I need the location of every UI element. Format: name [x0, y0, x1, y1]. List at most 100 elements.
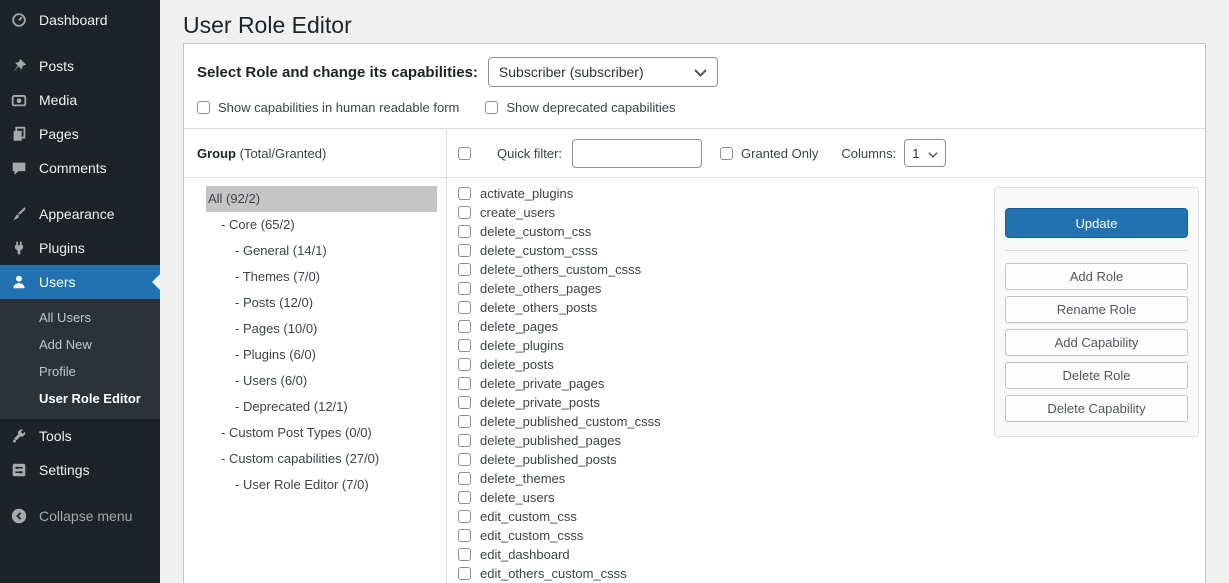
capability-row: edit_others_custom_csss: [458, 564, 1205, 583]
role-actions-panel: Update Add Role Rename Role Add Capability…: [994, 187, 1199, 437]
capability-checkbox[interactable]: [458, 339, 471, 352]
users-icon: [9, 272, 29, 292]
capability-checkbox[interactable]: [458, 358, 471, 371]
capability-label: delete_custom_css: [480, 224, 591, 239]
capability-checkbox[interactable]: [458, 263, 471, 276]
columns-label: Columns:: [841, 146, 896, 161]
group-tree-item[interactable]: - Pages (10/0): [206, 316, 437, 342]
capability-label: delete_private_posts: [480, 395, 600, 410]
group-header-bold: Group: [197, 146, 236, 161]
active-menu-arrow: [152, 274, 160, 290]
capability-label: edit_dashboard: [480, 547, 570, 562]
sidebar-item-label: Plugins: [39, 240, 85, 256]
group-tree-item[interactable]: - Themes (7/0): [206, 264, 437, 290]
capability-checkbox[interactable]: [458, 529, 471, 542]
capability-checkbox[interactable]: [458, 187, 471, 200]
group-tree-item[interactable]: - Posts (12/0): [206, 290, 437, 316]
submenu-item-profile[interactable]: Profile: [0, 358, 160, 385]
sidebar-item-collapse-menu[interactable]: Collapse menu: [0, 499, 160, 533]
sidebar-item-plugins[interactable]: Plugins: [0, 231, 160, 265]
capability-label: edit_custom_css: [480, 509, 577, 524]
sidebar-item-appearance[interactable]: Appearance: [0, 197, 160, 231]
capability-row: delete_published_posts: [458, 450, 1205, 469]
sidebar-item-settings[interactable]: Settings: [0, 453, 160, 487]
capability-checkbox[interactable]: [458, 320, 471, 333]
chevron-down-icon: [694, 64, 707, 80]
sidebar-item-users[interactable]: Users: [0, 265, 160, 299]
role-editor-panel: Select Role and change its capabilities:…: [183, 43, 1206, 583]
capability-checkbox[interactable]: [458, 225, 471, 238]
role-selector-row: Select Role and change its capabilities:…: [184, 44, 1205, 87]
capability-label: delete_users: [480, 490, 554, 505]
capability-label: delete_posts: [480, 357, 554, 372]
capability-row: edit_dashboard: [458, 545, 1205, 564]
appearance-icon: [9, 204, 29, 224]
tools-icon: [9, 426, 29, 446]
sidebar-item-pages[interactable]: Pages: [0, 117, 160, 151]
capability-checkbox[interactable]: [458, 510, 471, 523]
settings-icon: [9, 460, 29, 480]
columns-select[interactable]: 1: [904, 139, 946, 167]
show-deprecated-checkbox[interactable]: [485, 101, 498, 114]
menu-separator: [0, 487, 160, 499]
capability-checkbox[interactable]: [458, 434, 471, 447]
quick-filter-label: Quick filter:: [497, 146, 562, 161]
role-select[interactable]: Subscriber (subscriber): [488, 57, 718, 87]
main-content: User Role Editor Select Role and change …: [160, 0, 1229, 583]
capability-checkbox[interactable]: [458, 301, 471, 314]
pages-icon: [9, 124, 29, 144]
capability-label: delete_others_custom_csss: [480, 262, 641, 277]
capability-label: delete_plugins: [480, 338, 564, 353]
delete-role-button[interactable]: Delete Role: [1005, 362, 1188, 389]
group-tree-item[interactable]: - User Role Editor (7/0): [206, 472, 437, 498]
capability-checkbox[interactable]: [458, 548, 471, 561]
capability-checkbox[interactable]: [458, 377, 471, 390]
add-capability-button[interactable]: Add Capability: [1005, 329, 1188, 356]
capability-checkbox[interactable]: [458, 396, 471, 409]
group-tree-item[interactable]: - Users (6/0): [206, 368, 437, 394]
capability-checkbox[interactable]: [458, 472, 471, 485]
granted-only-checkbox[interactable]: [720, 147, 733, 160]
capability-checkbox[interactable]: [458, 567, 471, 580]
sidebar-item-label: Appearance: [39, 206, 115, 222]
capability-label: delete_themes: [480, 471, 565, 486]
delete-capability-button[interactable]: Delete Capability: [1005, 395, 1188, 422]
group-tree-item[interactable]: - Deprecated (12/1): [206, 394, 437, 420]
add-role-button[interactable]: Add Role: [1005, 263, 1188, 290]
capability-checkbox[interactable]: [458, 453, 471, 466]
rename-role-button[interactable]: Rename Role: [1005, 296, 1188, 323]
group-tree-item[interactable]: - Plugins (6/0): [206, 342, 437, 368]
capability-checkbox[interactable]: [458, 491, 471, 504]
sidebar-item-dashboard[interactable]: Dashboard: [0, 3, 160, 37]
chevron-down-icon: [928, 146, 938, 161]
capability-row: edit_custom_csss: [458, 526, 1205, 545]
capability-checkbox[interactable]: [458, 415, 471, 428]
group-tree-item[interactable]: - Core (65/2): [206, 212, 437, 238]
page-title: User Role Editor: [160, 0, 1229, 40]
group-tree-item[interactable]: - General (14/1): [206, 238, 437, 264]
sidebar-item-posts[interactable]: Posts: [0, 49, 160, 83]
capability-label: delete_others_posts: [480, 300, 597, 315]
capability-checkbox[interactable]: [458, 282, 471, 295]
update-button[interactable]: Update: [1005, 208, 1188, 238]
human-readable-checkbox[interactable]: [197, 101, 210, 114]
sidebar-item-tools[interactable]: Tools: [0, 419, 160, 453]
capability-row: delete_users: [458, 488, 1205, 507]
capability-checkbox[interactable]: [458, 244, 471, 257]
submenu-item-user-role-editor[interactable]: User Role Editor: [0, 385, 160, 412]
sidebar-item-label: Media: [39, 92, 77, 108]
group-tree-item[interactable]: - Custom Post Types (0/0): [206, 420, 437, 446]
sidebar-item-comments[interactable]: Comments: [0, 151, 160, 185]
submenu-item-all-users[interactable]: All Users: [0, 304, 160, 331]
columns-select-value: 1: [912, 146, 919, 161]
capability-checkbox[interactable]: [458, 206, 471, 219]
capability-row: delete_themes: [458, 469, 1205, 488]
capability-label: edit_others_custom_csss: [480, 566, 627, 581]
capability-label: delete_published_pages: [480, 433, 621, 448]
submenu-item-add-new[interactable]: Add New: [0, 331, 160, 358]
group-tree-item[interactable]: All (92/2): [206, 186, 437, 212]
quick-filter-input[interactable]: [572, 139, 702, 168]
group-tree-item[interactable]: - Custom capabilities (27/0): [206, 446, 437, 472]
select-all-checkbox[interactable]: [458, 147, 471, 160]
sidebar-item-media[interactable]: Media: [0, 83, 160, 117]
